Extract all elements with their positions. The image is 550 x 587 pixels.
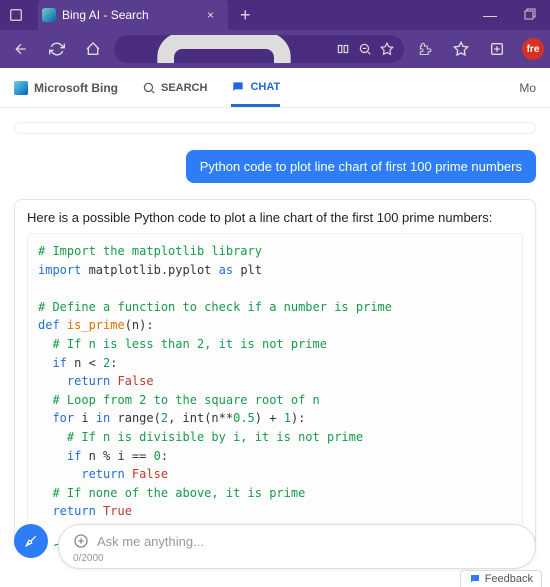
nav-more[interactable]: Mo [519, 81, 536, 95]
bing-header: Microsoft Bing SEARCH CHAT Mo [0, 68, 550, 108]
collections-icon[interactable] [482, 34, 512, 64]
profile-avatar[interactable]: fre [522, 38, 544, 60]
home-button[interactable] [78, 34, 108, 64]
brand-text: Microsoft Bing [34, 81, 118, 95]
minimize-button[interactable]: — [470, 7, 510, 23]
favorites-bar-icon[interactable] [446, 34, 476, 64]
tabs-overview-icon[interactable] [8, 7, 24, 23]
char-counter: 0/2000 [73, 553, 521, 564]
code-block: # Import the matplotlib library import m… [27, 233, 523, 546]
keyboard-icon [73, 533, 89, 549]
restore-button[interactable] [510, 7, 550, 23]
feedback-icon [469, 573, 481, 585]
reading-mode-icon[interactable] [336, 42, 350, 56]
nav-chat[interactable]: CHAT [231, 80, 280, 107]
prev-card [14, 122, 536, 134]
ai-response-card: Here is a possible Python code to plot a… [14, 199, 536, 546]
address-bar[interactable]: https://www.bing.com/sear... [114, 35, 404, 63]
nav-search[interactable]: SEARCH [142, 81, 207, 95]
brand-logo[interactable]: Microsoft Bing [14, 81, 118, 95]
bing-logo-icon [14, 81, 28, 95]
new-topic-button[interactable] [14, 524, 48, 558]
chat-input[interactable] [97, 534, 521, 549]
chat-input-box[interactable]: 0/2000 [58, 524, 536, 569]
user-message: Python code to plot line chart of first … [186, 150, 536, 183]
back-button[interactable] [6, 34, 36, 64]
tab-favicon [42, 8, 56, 22]
chat-body: Python code to plot line chart of first … [0, 108, 550, 546]
browser-tab[interactable]: Bing AI - Search × [38, 0, 228, 30]
ai-intro-text: Here is a possible Python code to plot a… [27, 210, 523, 225]
search-icon [142, 81, 156, 95]
extensions-icon[interactable] [410, 34, 440, 64]
new-tab-button[interactable]: + [228, 5, 263, 26]
tab-title: Bing AI - Search [62, 8, 201, 22]
lock-icon [124, 35, 324, 63]
close-tab-icon[interactable]: × [201, 8, 220, 22]
window-titlebar: Bing AI - Search × + — [0, 0, 550, 30]
browser-toolbar: https://www.bing.com/sear... fre [0, 30, 550, 68]
favorite-icon[interactable] [380, 42, 394, 56]
feedback-button[interactable]: Feedback [460, 570, 542, 587]
refresh-button[interactable] [42, 34, 72, 64]
chat-icon [231, 80, 245, 94]
input-area: 0/2000 [0, 524, 550, 569]
zoom-out-icon[interactable] [358, 42, 372, 56]
